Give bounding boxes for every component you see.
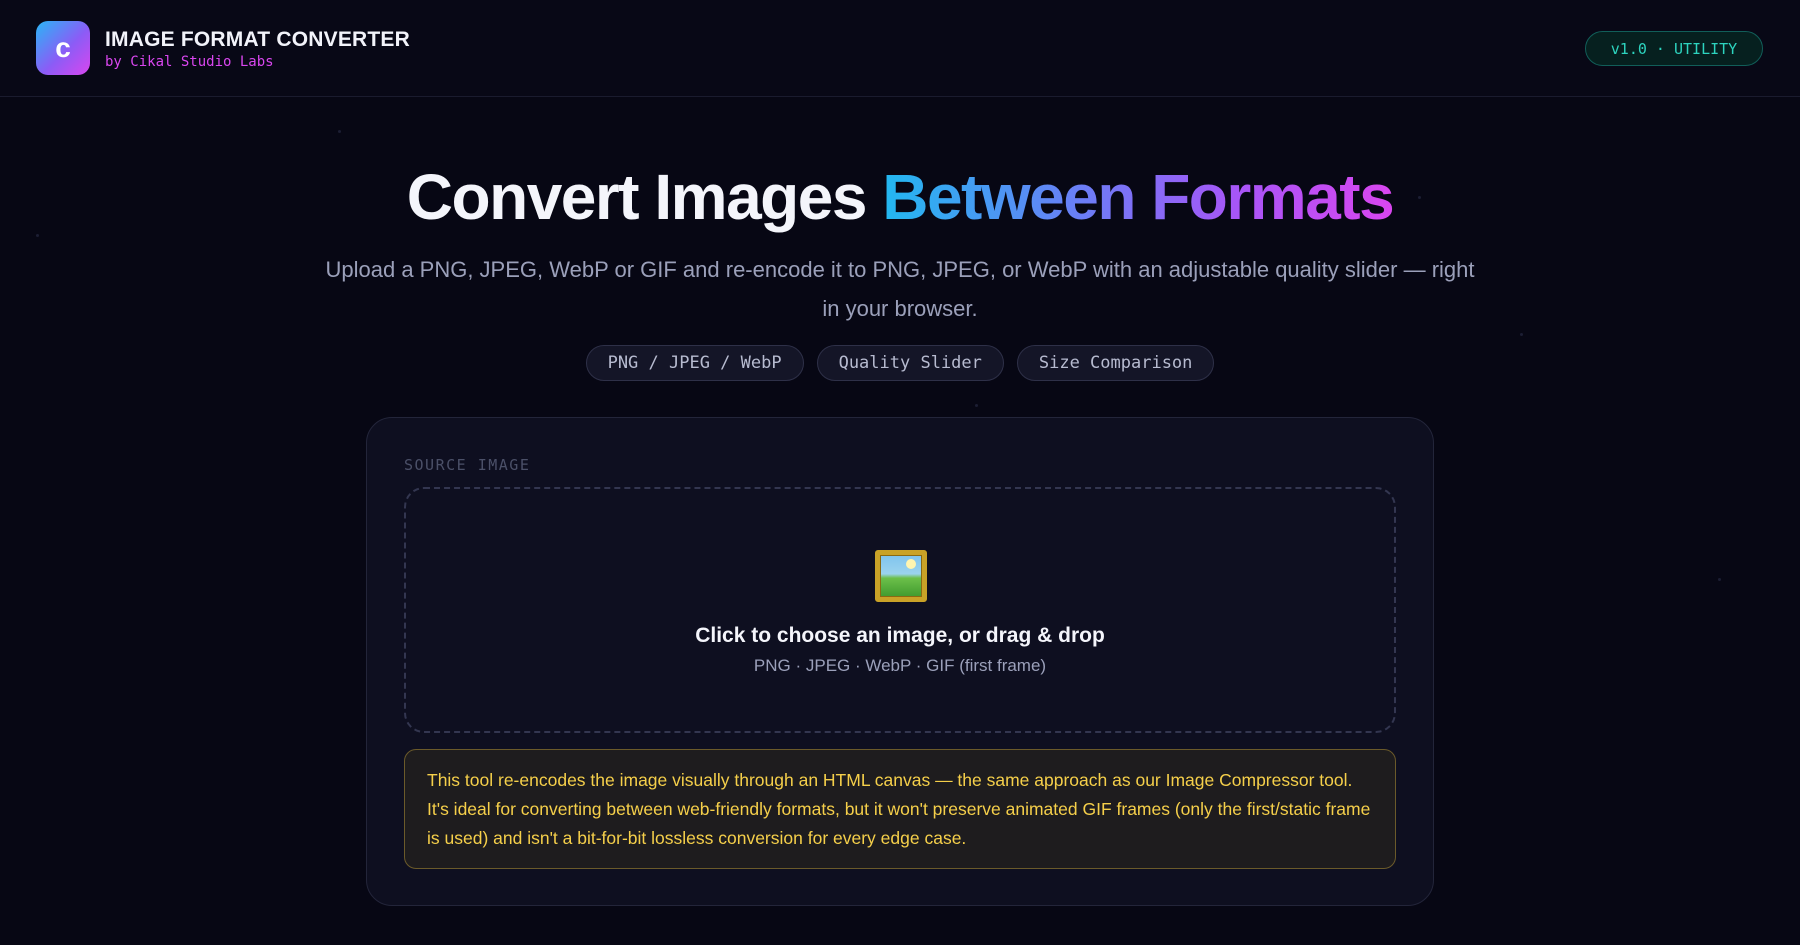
feature-chips: PNG / JPEG / WebP Quality Slider Size Co…: [0, 345, 1800, 381]
app-header: c IMAGE FORMAT CONVERTER by Cikal Studio…: [0, 0, 1800, 97]
source-image-card: SOURCE IMAGE Click to choose an image, o…: [366, 417, 1434, 906]
image-dropzone[interactable]: Click to choose an image, or drag & drop…: [404, 487, 1396, 733]
logo-letter: c: [55, 32, 71, 63]
page-subtitle: Upload a PNG, JPEG, WebP or GIF and re-e…: [325, 257, 1475, 321]
dropzone-formats: PNG · JPEG · WebP · GIF (first frame): [753, 656, 1047, 675]
app-subtitle: by Cikal Studio Labs: [105, 54, 274, 70]
framed-picture-icon: [875, 550, 927, 602]
chip-formats: PNG / JPEG / WebP: [585, 345, 804, 381]
page-title-highlight: Between Formats: [882, 161, 1394, 233]
card-label: SOURCE IMAGE: [404, 456, 531, 474]
page-title-plain: Convert Images: [406, 161, 883, 233]
info-notice: This tool re-encodes the image visually …: [404, 749, 1396, 869]
dropzone-title: Click to choose an image, or drag & drop: [695, 624, 1105, 647]
chip-quality-slider: Quality Slider: [816, 345, 1004, 381]
chip-size-comparison: Size Comparison: [1016, 345, 1215, 381]
page-title: Convert Images Between Formats: [0, 160, 1800, 234]
app-title: IMAGE FORMAT CONVERTER: [105, 28, 411, 51]
version-badge: v1.0 · UTILITY: [1585, 31, 1763, 66]
logo: c: [36, 21, 90, 75]
